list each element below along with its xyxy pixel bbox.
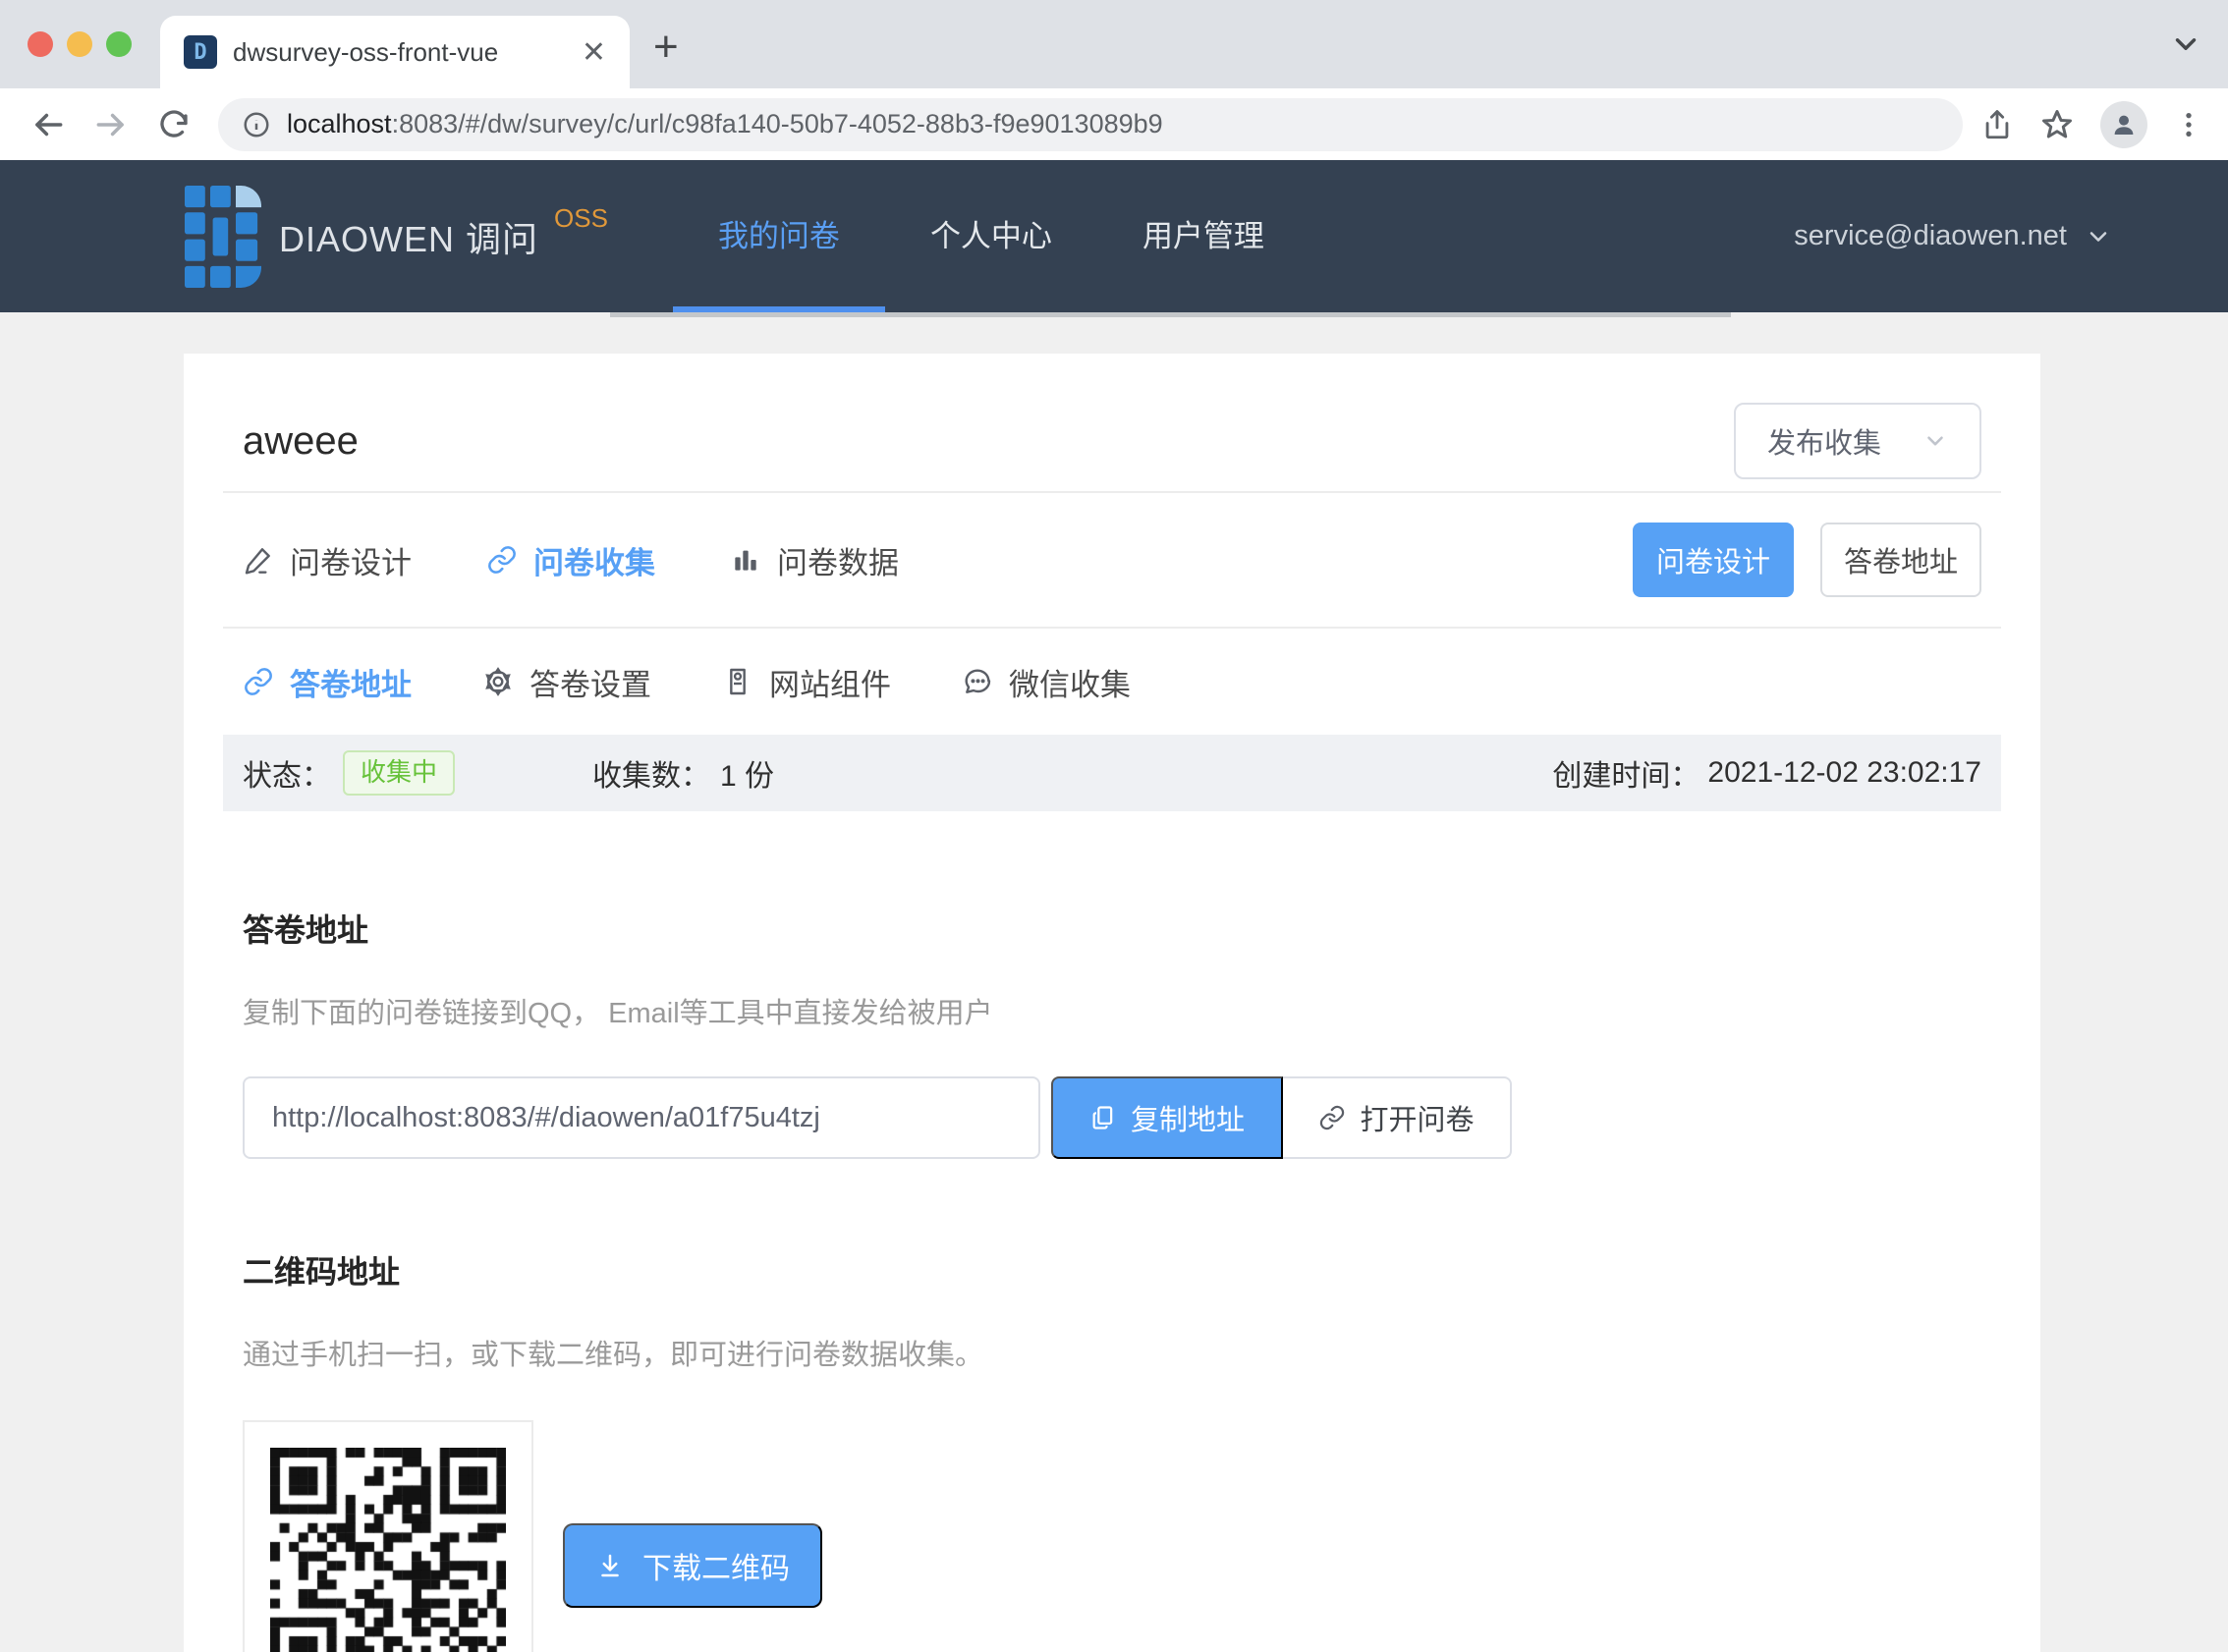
url-button-group: 复制地址 打开问卷 bbox=[1051, 1076, 1512, 1159]
created-time-label: 创建时间： bbox=[1552, 751, 1699, 795]
copy-address-button[interactable]: 复制地址 bbox=[1051, 1076, 1283, 1159]
collect-count-label: 收集数： bbox=[592, 751, 710, 795]
nav-item-personal-center[interactable]: 个人中心 bbox=[885, 160, 1097, 312]
collect-count-value: 1 份 bbox=[720, 751, 774, 795]
nav-item-user-management[interactable]: 用户管理 bbox=[1097, 160, 1309, 312]
browser-menu-icon[interactable] bbox=[2173, 109, 2204, 140]
brand-name: DIAOWEN 调问 bbox=[279, 211, 538, 262]
account-email: service@diaowen.net bbox=[1794, 220, 2067, 252]
account-menu[interactable]: service@diaowen.net bbox=[1794, 220, 2112, 252]
qrcode-description: 通过手机扫一扫，或下载二维码，即可进行问卷数据收集。 bbox=[243, 1332, 1981, 1373]
download-qrcode-button[interactable]: 下载二维码 bbox=[563, 1523, 822, 1608]
browser-titlebar: D dwsurvey-oss-front-vue ✕ + bbox=[0, 0, 2228, 88]
browser-window: D dwsurvey-oss-front-vue ✕ + localhost:8… bbox=[0, 0, 2228, 1652]
back-button[interactable] bbox=[24, 100, 73, 149]
nav-shadow-strip bbox=[610, 312, 1731, 317]
tab-title: dwsurvey-oss-front-vue bbox=[233, 37, 570, 68]
chevron-down-icon bbox=[2085, 223, 2112, 250]
subtab-site-widget[interactable]: 网站组件 bbox=[722, 660, 891, 704]
status-label: 状态： bbox=[243, 751, 331, 795]
profile-avatar[interactable] bbox=[2100, 101, 2147, 148]
minimize-window-button[interactable] bbox=[67, 31, 92, 57]
url-bar[interactable]: localhost:8083/#/dw/survey/c/url/c98fa14… bbox=[218, 98, 1963, 151]
pencil-icon bbox=[243, 544, 274, 576]
publish-collect-dropdown[interactable]: 发布收集 bbox=[1734, 403, 1981, 479]
app-navbar: DIAOWEN 调问 OSS 我的问卷 个人中心 用户管理 service@di… bbox=[0, 160, 2228, 312]
diaowen-logo-icon bbox=[185, 186, 261, 288]
new-tab-button[interactable]: + bbox=[653, 26, 679, 69]
subtab-answer-address[interactable]: 答卷地址 bbox=[243, 660, 412, 704]
survey-tabs: 问卷设计 问卷收集 问卷数据 问卷设计 答卷地址 bbox=[223, 493, 2001, 627]
reload-button[interactable] bbox=[149, 100, 198, 149]
link-icon bbox=[486, 544, 518, 576]
brand[interactable]: DIAOWEN 调问 OSS bbox=[185, 186, 608, 288]
created-time-value: 2021-12-02 23:02:17 bbox=[1707, 756, 1981, 790]
wechat-icon bbox=[962, 666, 993, 697]
tab-survey-data[interactable]: 问卷数据 bbox=[730, 538, 899, 582]
bar-chart-icon bbox=[730, 544, 761, 576]
close-window-button[interactable] bbox=[28, 31, 53, 57]
status-badge: 收集中 bbox=[343, 750, 455, 795]
tab-survey-design[interactable]: 问卷设计 bbox=[243, 538, 412, 582]
subtab-wechat-collect[interactable]: 微信收集 bbox=[962, 660, 1131, 704]
download-icon bbox=[595, 1551, 625, 1580]
brand-badge: OSS bbox=[554, 203, 608, 234]
chevron-down-icon bbox=[1922, 428, 1948, 454]
qr-code-image bbox=[243, 1420, 533, 1652]
answer-address-button[interactable]: 答卷地址 bbox=[1820, 523, 1981, 597]
tab-survey-collect[interactable]: 问卷收集 bbox=[486, 538, 655, 582]
answer-url-description: 复制下面的问卷链接到QQ， Email等工具中直接发给被用户 bbox=[243, 990, 1981, 1031]
qrcode-heading: 二维码地址 bbox=[243, 1247, 1981, 1293]
subtab-answer-settings[interactable]: 答卷设置 bbox=[482, 660, 651, 704]
survey-title: aweee bbox=[243, 419, 359, 464]
main-menu: 我的问卷 个人中心 用户管理 bbox=[673, 160, 1309, 312]
link-icon bbox=[1318, 1104, 1346, 1131]
url-text: localhost:8083/#/dw/survey/c/url/c98fa14… bbox=[287, 109, 1163, 139]
share-icon[interactable] bbox=[1980, 108, 2014, 141]
nav-item-my-surveys[interactable]: 我的问卷 bbox=[673, 160, 885, 312]
window-controls bbox=[28, 31, 132, 57]
tab-strip-chevron-icon[interactable] bbox=[2169, 28, 2202, 61]
survey-url-input[interactable]: http://localhost:8083/#/diaowen/a01f75u4… bbox=[243, 1076, 1040, 1159]
maximize-window-button[interactable] bbox=[106, 31, 132, 57]
open-survey-button[interactable]: 打开问卷 bbox=[1283, 1076, 1512, 1159]
bookmark-star-icon[interactable] bbox=[2039, 107, 2075, 142]
collect-subtabs: 答卷地址 答卷设置 网站组件 微信收集 bbox=[223, 629, 2001, 735]
widget-icon bbox=[722, 666, 753, 697]
survey-card: aweee 发布收集 问卷设计 问卷收集 bbox=[184, 354, 2040, 1652]
browser-toolbar: localhost:8083/#/dw/survey/c/url/c98fa14… bbox=[0, 88, 2228, 160]
favicon-icon: D bbox=[184, 35, 217, 69]
gear-icon bbox=[482, 666, 514, 697]
status-bar: 状态： 收集中 收集数： 1 份 创建时间： 2021-12-02 23:02:… bbox=[223, 735, 2001, 811]
tab-close-icon[interactable]: ✕ bbox=[582, 35, 606, 70]
link-icon bbox=[243, 666, 274, 697]
info-icon[interactable] bbox=[242, 110, 271, 139]
survey-design-button[interactable]: 问卷设计 bbox=[1633, 523, 1794, 597]
browser-tab[interactable]: D dwsurvey-oss-front-vue ✕ bbox=[160, 16, 630, 88]
answer-url-heading: 答卷地址 bbox=[243, 906, 1981, 951]
copy-icon bbox=[1089, 1104, 1117, 1131]
forward-button[interactable] bbox=[86, 100, 136, 149]
